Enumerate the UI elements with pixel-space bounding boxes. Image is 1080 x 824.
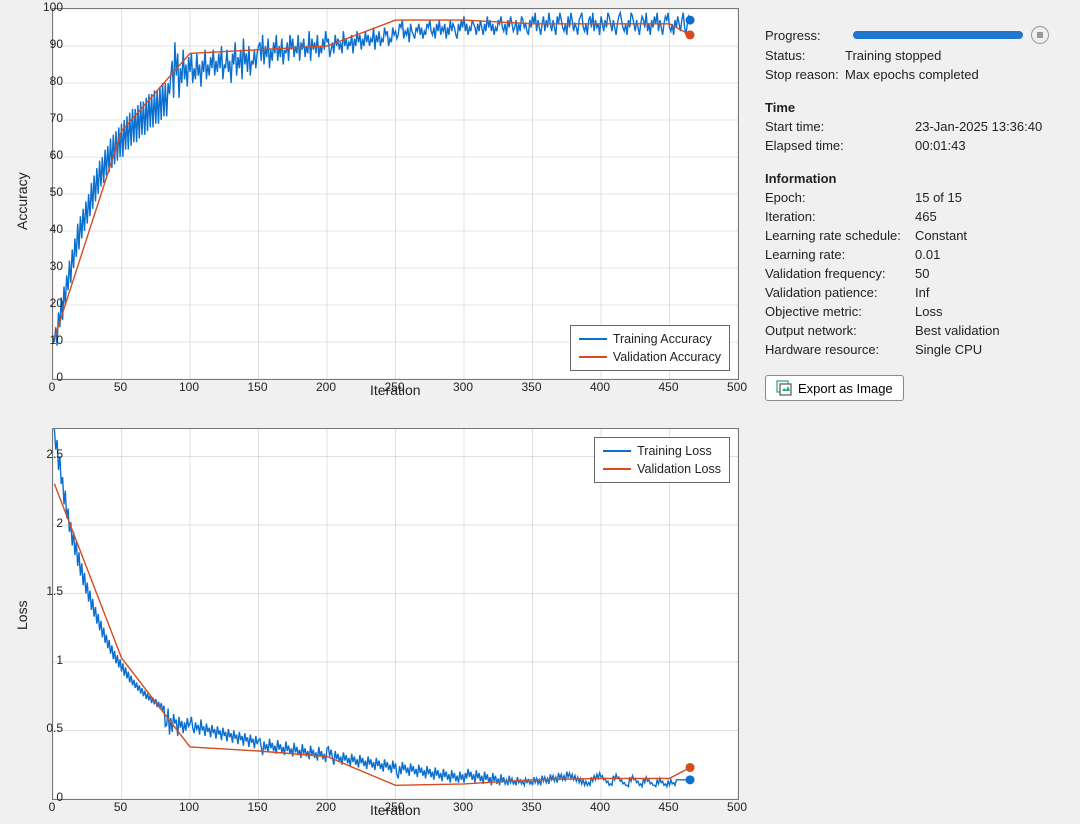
elapsed-label: Elapsed time:: [765, 138, 915, 153]
epoch-label: Epoch:: [765, 190, 915, 205]
lr-sched-value: Constant: [915, 228, 967, 243]
loss-ylabel: Loss: [14, 600, 30, 630]
loss-plot: Training Loss Validation Loss: [52, 428, 739, 800]
start-time-label: Start time:: [765, 119, 915, 134]
legend-val-loss: Validation Loss: [637, 462, 721, 476]
val-pat-value: Inf: [915, 285, 929, 300]
iteration-label: Iteration:: [765, 209, 915, 224]
export-button[interactable]: Export as Image: [765, 375, 904, 401]
info-header: Information: [765, 171, 1064, 186]
out-value: Best validation: [915, 323, 1000, 338]
stop-reason-label: Stop reason:: [765, 67, 845, 82]
stop-icon[interactable]: [1031, 26, 1049, 44]
export-icon: [776, 380, 792, 396]
stop-reason-value: Max epochs completed: [845, 67, 979, 82]
loss-legend: Training Loss Validation Loss: [594, 437, 730, 483]
epoch-value: 15 of 15: [915, 190, 962, 205]
obj-value: Loss: [915, 304, 942, 319]
lr-value: 0.01: [915, 247, 940, 262]
start-time-value: 23-Jan-2025 13:36:40: [915, 119, 1042, 134]
legend-val-acc: Validation Accuracy: [613, 350, 721, 364]
progress-label: Progress:: [765, 28, 845, 43]
lr-sched-label: Learning rate schedule:: [765, 228, 915, 243]
iteration-value: 465: [915, 209, 937, 224]
hw-value: Single CPU: [915, 342, 982, 357]
export-label: Export as Image: [798, 381, 893, 396]
legend-train-acc: Training Accuracy: [613, 332, 712, 346]
legend-train-loss: Training Loss: [637, 444, 712, 458]
obj-label: Objective metric:: [765, 304, 915, 319]
accuracy-plot: Training Accuracy Validation Accuracy: [52, 8, 739, 380]
progress-bar: [853, 31, 1023, 39]
status-label: Status:: [765, 48, 845, 63]
status-value: Training stopped: [845, 48, 941, 63]
accuracy-legend: Training Accuracy Validation Accuracy: [570, 325, 730, 371]
out-label: Output network:: [765, 323, 915, 338]
val-freq-value: 50: [915, 266, 929, 281]
lr-label: Learning rate:: [765, 247, 915, 262]
val-pat-label: Validation patience:: [765, 285, 915, 300]
time-header: Time: [765, 100, 1064, 115]
elapsed-value: 00:01:43: [915, 138, 966, 153]
val-freq-label: Validation frequency:: [765, 266, 915, 281]
info-panel: Progress: Status:Training stopped Stop r…: [755, 0, 1080, 824]
charts-column: Training Accuracy Validation Accuracy Ac…: [0, 0, 755, 824]
hw-label: Hardware resource:: [765, 342, 915, 357]
